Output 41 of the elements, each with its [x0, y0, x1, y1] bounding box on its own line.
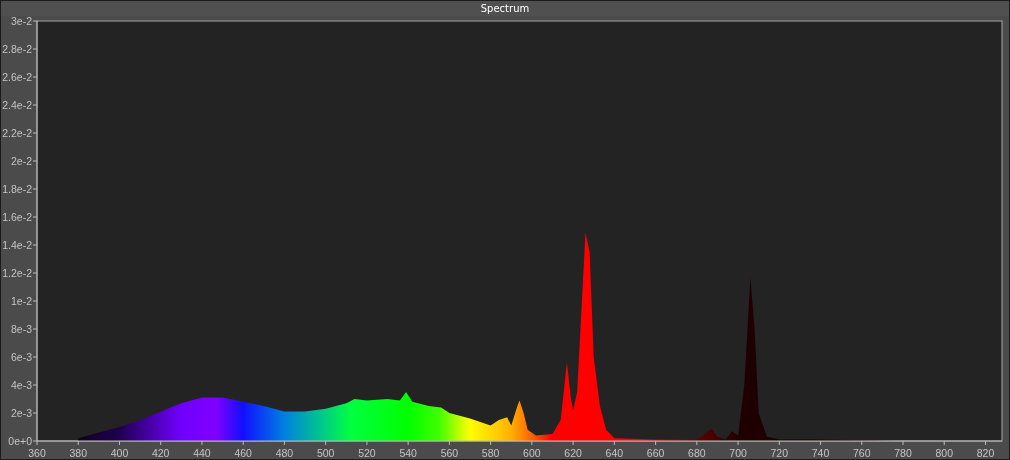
x-tick-label: 480: [275, 447, 294, 459]
y-tick-label: 1.8e-2: [2, 183, 32, 195]
x-tick-label: 400: [110, 447, 129, 459]
x-tick-label: 540: [399, 447, 417, 459]
y-tick-label: 1.2e-2: [2, 267, 32, 279]
x-tick-label: 800: [935, 447, 954, 459]
window-title: Spectrum: [480, 3, 530, 14]
y-tick-label: 2.6e-2: [2, 71, 32, 83]
x-tick-label: 500: [316, 447, 335, 459]
x-tick-label: 660: [646, 447, 665, 459]
x-tick-label: 700: [729, 447, 747, 459]
y-tick-label: 6e-3: [11, 351, 32, 363]
y-tick-label: 1.6e-2: [2, 211, 32, 223]
x-tick-label: 440: [193, 447, 211, 459]
x-tick-label: 620: [564, 447, 582, 459]
x-tick-label: 760: [853, 447, 871, 459]
x-tick-label: 380: [69, 447, 87, 459]
x-tick-label: 640: [605, 447, 624, 459]
x-tick-label: 600: [523, 447, 541, 459]
y-tick-label: 3e-2: [11, 16, 32, 27]
x-tick-label: 560: [440, 447, 459, 459]
x-tick-label: 460: [234, 447, 252, 459]
x-tick-label: 720: [770, 447, 789, 459]
y-tick-label: 0e+0: [8, 435, 32, 447]
y-tick-label: 1e-2: [11, 295, 32, 307]
x-tick-label: 780: [894, 447, 912, 459]
x-tick-label: 740: [811, 447, 830, 459]
y-tick-label: 2e-3: [11, 407, 32, 419]
x-tick-label: 680: [688, 447, 706, 459]
y-tick-label: 2.4e-2: [2, 99, 32, 111]
x-tick-label: 520: [358, 447, 376, 459]
y-tick-label: 2e-2: [11, 155, 32, 167]
y-tick-label: 8e-3: [11, 323, 32, 335]
y-tick-label: 4e-3: [11, 379, 32, 391]
x-tick-label: 360: [28, 447, 46, 459]
y-tick-label: 2.2e-2: [2, 127, 32, 139]
y-tick-label: 1.4e-2: [2, 239, 32, 251]
y-tick-label: 2.8e-2: [2, 43, 32, 55]
x-tick-label: 420: [151, 447, 170, 459]
x-tick-label: 580: [481, 447, 500, 459]
x-tick-label: 820: [976, 447, 995, 459]
